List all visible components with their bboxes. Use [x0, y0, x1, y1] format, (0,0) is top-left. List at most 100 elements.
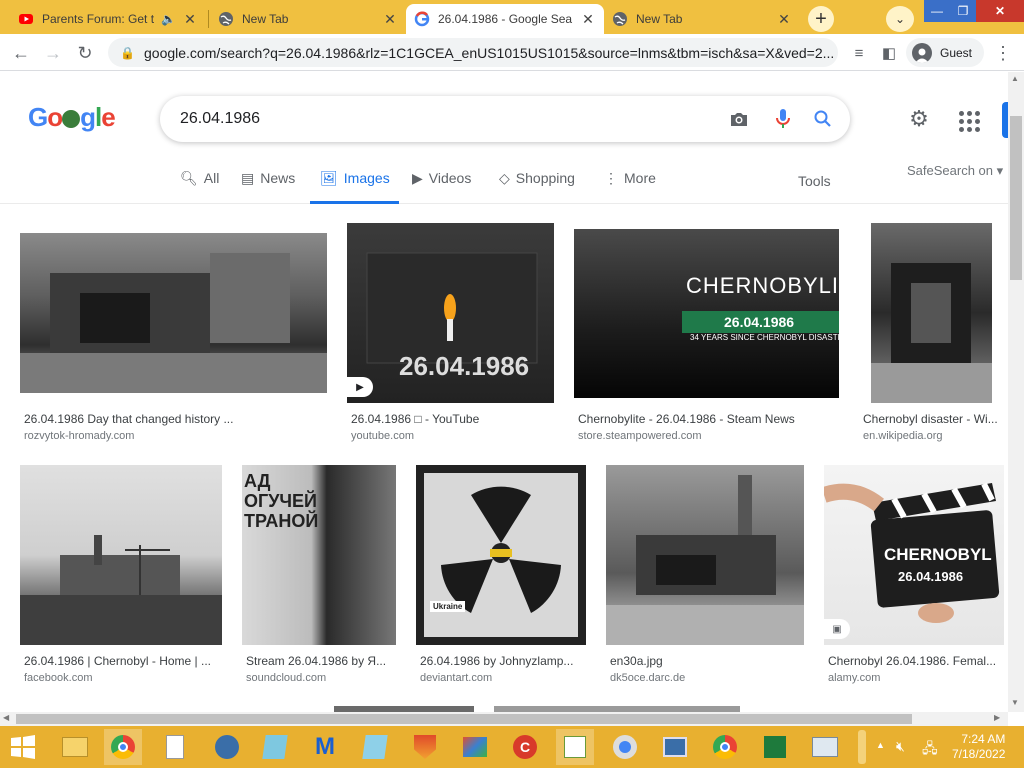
safesearch-toggle[interactable]: SafeSearch on ▾: [907, 163, 1003, 179]
more-vert-icon: ⋮: [604, 170, 618, 186]
google-g-icon: [414, 11, 430, 27]
tab-more[interactable]: ⋮ More: [604, 170, 656, 204]
scroll-left-icon[interactable]: ◀: [3, 713, 9, 722]
notepad-icon[interactable]: [156, 729, 194, 765]
result-caption[interactable]: Chernobyl 26.04.1986. Femal...: [828, 654, 1002, 668]
tab-search-button[interactable]: ⌄: [886, 6, 914, 32]
bug-icon[interactable]: [208, 729, 246, 765]
monitor-icon[interactable]: [656, 729, 694, 765]
media-control-button[interactable]: ≡: [846, 40, 872, 66]
close-window-button[interactable]: ✕: [976, 0, 1024, 22]
tab-parents-forum[interactable]: Parents Forum: Get t 🔈 ✕: [10, 4, 206, 34]
vertical-scrollbar[interactable]: ▲ ▼: [1008, 72, 1024, 712]
speaker-muted-icon[interactable]: 🔇︎: [896, 738, 905, 755]
menu-button[interactable]: ⋮: [990, 40, 1016, 66]
result-image[interactable]: [20, 233, 327, 393]
speaker-icon[interactable]: 🔈: [161, 12, 176, 26]
address-bar[interactable]: 🔒 google.com/search?q=26.04.1986&rlz=1C1…: [108, 38, 838, 67]
profile-button[interactable]: Guest: [906, 38, 984, 67]
chrome-icon[interactable]: [706, 729, 744, 765]
close-tab-icon[interactable]: ✕: [182, 11, 198, 28]
file-explorer-icon[interactable]: [56, 729, 94, 765]
network-icon[interactable]: 🖧︎: [922, 738, 938, 762]
vpn-shield-icon[interactable]: [406, 729, 444, 765]
result-caption[interactable]: 26.04.1986 | Chernobyl - Home | ...: [24, 654, 218, 668]
result-source: soundcloud.com: [246, 672, 327, 684]
minimize-button[interactable]: —: [924, 0, 950, 22]
taskbar: M C ▲ 🔇︎ 🖧︎ 7:24 AM 7/18/2022: [0, 726, 1024, 768]
apps-grid-icon[interactable]: [956, 108, 980, 132]
malwarebytes-icon[interactable]: M: [306, 729, 344, 765]
tab-shopping[interactable]: ◇ Shopping: [499, 170, 575, 204]
horizontal-scrollbar[interactable]: ◀ ▶: [0, 712, 1008, 726]
chart-app-icon[interactable]: [556, 729, 594, 765]
tab-news[interactable]: ▤ News: [241, 170, 295, 204]
tools-button[interactable]: Tools: [798, 173, 831, 189]
result-image[interactable]: CHERNOBYLITE 26.04.1986 34 YEARS SINCE C…: [574, 229, 839, 398]
result-caption[interactable]: 26.04.1986 □ - YouTube: [351, 412, 551, 426]
taskbar-scroll-handle[interactable]: [858, 730, 866, 764]
queue-music-icon: ≡: [854, 44, 864, 62]
system-clock[interactable]: 7:24 AM 7/18/2022: [952, 732, 1005, 762]
result-image[interactable]: 26.04.1986 ▶: [347, 223, 554, 403]
close-tab-icon[interactable]: ✕: [382, 11, 398, 28]
result-image[interactable]: Ukraine: [416, 465, 586, 645]
scroll-right-icon[interactable]: ▶: [994, 713, 1000, 722]
forward-button[interactable]: →: [40, 40, 66, 66]
tab-videos[interactable]: ▶ Videos: [412, 170, 471, 204]
tab-new-tab-1[interactable]: New Tab ✕: [210, 4, 406, 34]
result-caption[interactable]: Chernobyl disaster - Wi...: [863, 412, 1003, 426]
arrow-right-icon: →: [44, 42, 62, 63]
tab-new-tab-2[interactable]: New Tab ✕: [604, 4, 800, 34]
notes-app-icon[interactable]: [356, 729, 394, 765]
camera-icon[interactable]: [728, 108, 750, 130]
map-legend-label: Ukraine: [430, 601, 466, 612]
gear-icon[interactable]: ⚙: [906, 106, 932, 132]
clock-date: 7/18/2022: [952, 747, 1006, 761]
performance-monitor-icon[interactable]: [806, 729, 844, 765]
result-image[interactable]: [606, 465, 804, 645]
start-button[interactable]: [4, 729, 42, 765]
result-caption[interactable]: en30a.jpg: [610, 654, 800, 668]
tab-google-search[interactable]: 26.04.1986 - Google Sea ✕: [406, 4, 604, 34]
result-image[interactable]: АД ОГУЧЕЙ ТРАНОЙ: [242, 465, 396, 645]
result-image[interactable]: [20, 465, 222, 645]
scrollbar-thumb[interactable]: [1010, 116, 1022, 280]
url-text: google.com/search?q=26.04.1986&rlz=1C1GC…: [144, 44, 835, 61]
side-panel-button[interactable]: ◧: [876, 40, 902, 66]
scroll-down-icon[interactable]: ▼: [1011, 698, 1019, 707]
result-caption[interactable]: Chernobylite - 26.04.1986 - Steam News: [578, 412, 818, 426]
microphone-icon[interactable]: [772, 108, 794, 130]
chevron-up-icon[interactable]: ▲: [876, 740, 885, 750]
result-image[interactable]: [871, 223, 992, 403]
tab-images[interactable]: 🖼︎ Images: [310, 170, 399, 204]
result-caption[interactable]: 26.04.1986 by Johnyzlamp...: [420, 654, 582, 668]
google-logo[interactable]: Go gle: [28, 102, 116, 133]
scrollbar-thumb[interactable]: [16, 714, 912, 724]
chrome-icon[interactable]: [104, 729, 142, 765]
browser-toolbar: ← → ↻ 🔒 google.com/search?q=26.04.1986&r…: [0, 34, 1024, 71]
ccleaner-icon[interactable]: C: [506, 729, 544, 765]
result-caption[interactable]: 26.04.1986 Day that changed history ...: [24, 412, 254, 426]
new-tab-button[interactable]: +: [808, 6, 834, 32]
image-overlay-text: CHERNOBYLITE: [686, 273, 839, 298]
maximize-button[interactable]: ❐: [950, 0, 976, 22]
result-caption[interactable]: Stream 26.04.1986 by Я...: [246, 654, 394, 668]
search-icon[interactable]: [812, 108, 834, 130]
result-image[interactable]: CHERNOBYL 26.04.1986 ▣: [824, 465, 1004, 645]
play-icon: ▶: [347, 377, 373, 397]
tab-divider: [208, 10, 209, 28]
notes-app-icon[interactable]: [256, 729, 294, 765]
image-content: [20, 535, 222, 645]
tab-label: Videos: [428, 170, 472, 186]
tab-strip: Parents Forum: Get t 🔈 ✕ New Tab ✕ 26.04…: [0, 0, 1024, 34]
chrome-icon[interactable]: [606, 729, 644, 765]
excel-icon[interactable]: [756, 729, 794, 765]
paint-icon[interactable]: [456, 729, 494, 765]
scroll-up-icon[interactable]: ▲: [1011, 74, 1019, 83]
close-tab-icon[interactable]: ✕: [776, 11, 792, 28]
tab-all[interactable]: 🔍︎ All: [180, 170, 219, 204]
close-tab-icon[interactable]: ✕: [580, 11, 596, 28]
reload-button[interactable]: ↻: [72, 40, 98, 66]
back-button[interactable]: ←: [8, 40, 34, 66]
